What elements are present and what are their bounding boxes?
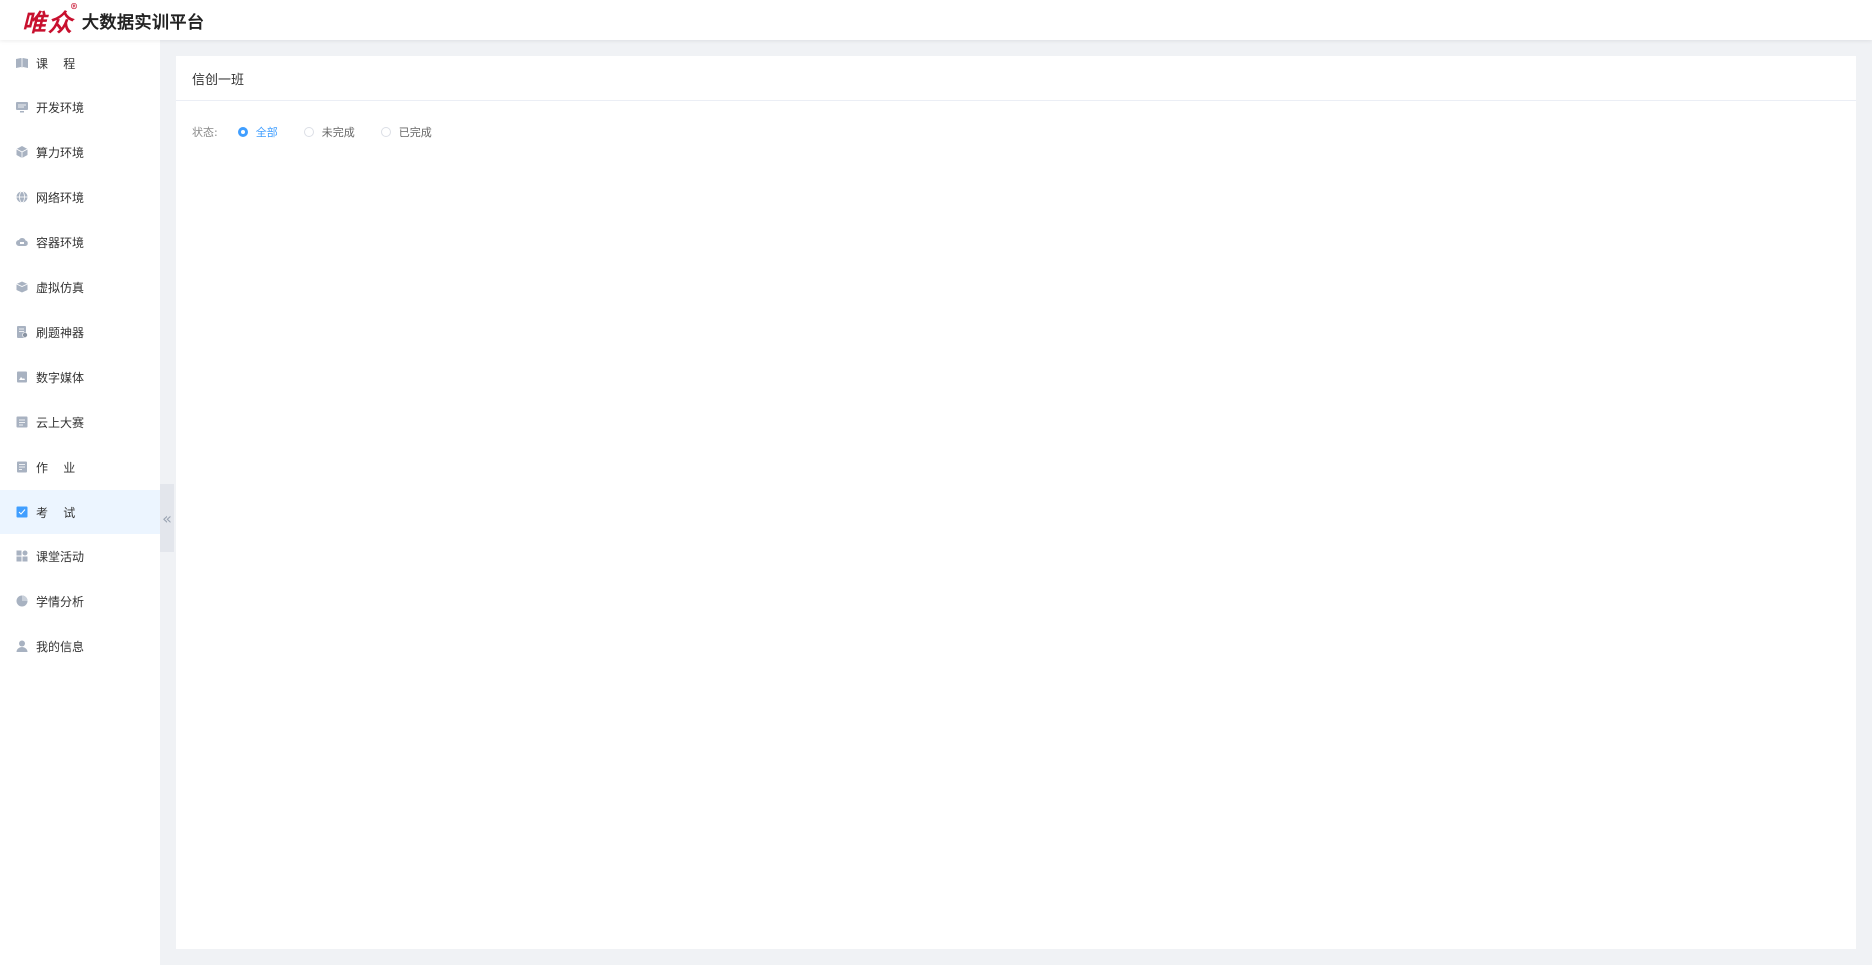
monitor-icon [16,102,28,113]
radio-label: 已完成 [398,126,432,139]
sidebar-item-course[interactable]: 课 程 [0,41,160,85]
sidebar-item-label: 考 试 [36,505,76,520]
radio-label: 未完成 [321,126,355,139]
sidebar-item-label: 课堂活动 [36,549,85,564]
cube-icon [16,146,28,158]
sidebar-item-virtual-sim[interactable]: 虚拟仿真 [0,265,160,309]
sidebar-item-label: 容器环境 [36,235,85,250]
sidebar-item-learning-analysis[interactable]: 学情分析 [0,579,160,623]
sidebar-item-contest[interactable]: 云上大赛 [0,400,160,444]
exam-icon [16,506,28,518]
trophy-icon [16,416,28,428]
sidebar-item-label: 我的信息 [36,639,85,654]
status-radio-all[interactable]: 全部 [237,124,278,140]
sidebar-item-homework[interactable]: 作 业 [0,445,160,489]
radio-checked-icon [237,127,248,137]
sidebar-item-label: 作 业 [36,460,76,475]
sidebar-item-container-env[interactable]: 容器环境 [0,220,160,264]
sidebar: 课 程 开发环境 算力环境 网络环境 容器环境 虚拟仿真 刷题神器 数字媒体 云… [0,40,160,965]
sidebar-item-label: 课 程 [36,56,76,71]
user-icon [16,640,28,652]
sidebar-item-quiz[interactable]: 刷题神器 [0,310,160,354]
sidebar-collapse-button[interactable]: « [160,484,174,552]
app-logo[interactable]: 唯众 ® 大数据实训平台 [22,0,205,37]
sidebar-item-network-env[interactable]: 网络环境 [0,175,160,219]
status-filter-label: 状态: [192,126,218,139]
brand-logo-mark: 唯众 ® [22,0,80,37]
sidebar-item-label: 网络环境 [36,190,85,205]
pie-chart-icon [16,595,28,607]
sidebar-item-exam[interactable]: 考 试 [0,490,160,534]
sidebar-item-label: 虚拟仿真 [36,280,85,295]
panel-header: 信创一班 [176,56,1856,101]
globe-icon [16,191,28,203]
sidebar-item-label: 刷题神器 [36,325,85,340]
sidebar-item-compute-env[interactable]: 算力环境 [0,130,160,174]
class-title: 信创一班 [192,72,245,88]
image-icon [17,371,27,383]
grid-icon [16,550,28,562]
sidebar-item-my-info[interactable]: 我的信息 [0,624,160,668]
quiz-icon [17,326,28,338]
book-icon [16,58,28,68]
sidebar-item-digital-media[interactable]: 数字媒体 [0,355,160,399]
sidebar-item-class-activity[interactable]: 课堂活动 [0,534,160,578]
sidebar-item-label: 算力环境 [36,145,85,160]
status-radio-completed[interactable]: 已完成 [380,124,432,140]
status-filter: 状态: 全部 未完成 已完成 [192,122,458,142]
status-radio-incomplete[interactable]: 未完成 [303,124,355,140]
sidebar-item-label: 数字媒体 [36,370,85,385]
app-title: 大数据实训平台 [82,12,205,33]
homework-icon [17,461,27,473]
main-panel: 信创一班 状态: 全部 未完成 已完成 [176,56,1856,949]
box-icon [16,281,28,293]
sidebar-item-label: 云上大赛 [36,415,85,430]
radio-label: 全部 [255,126,278,139]
cloud-icon [16,238,28,246]
sidebar-item-dev-env[interactable]: 开发环境 [0,85,160,129]
sidebar-item-label: 开发环境 [36,100,85,115]
sidebar-item-label: 学情分析 [36,594,85,609]
radio-unchecked-icon [380,127,391,137]
double-chevron-left-icon: « [162,508,172,528]
radio-unchecked-icon [303,127,314,137]
top-bar: 唯众 ® 大数据实训平台 [0,0,1872,40]
